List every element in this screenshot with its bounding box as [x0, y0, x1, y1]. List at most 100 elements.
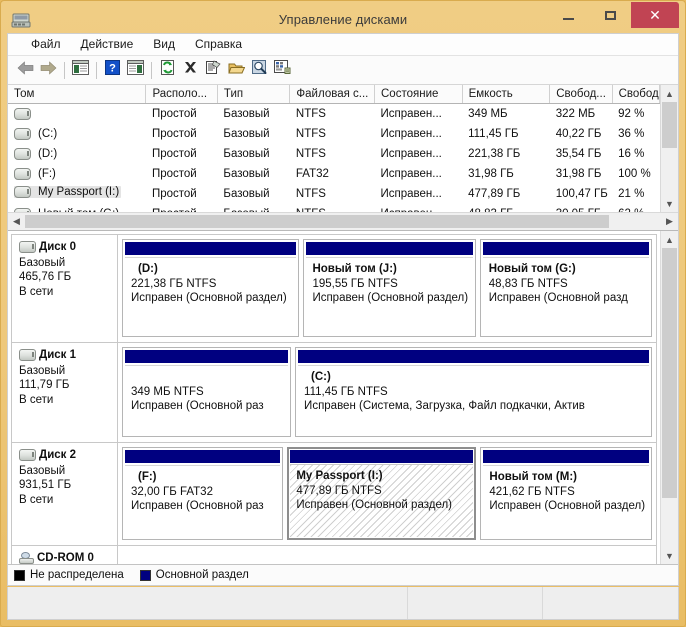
properties-button[interactable] — [202, 59, 225, 81]
disk-partitions: (F:) 32,00 ГБ FAT32 Исправен (Основной р… — [118, 443, 656, 545]
scroll-up-icon[interactable]: ▲ — [661, 231, 678, 248]
disk-header[interactable]: Диск 2 Базовый 931,51 ГБ В сети — [12, 443, 118, 545]
col-layout[interactable]: Располо... — [146, 85, 217, 104]
disk-scroll-thumb[interactable] — [662, 248, 677, 498]
disk-row[interactable]: CD-ROM 0 DVD (E:) — [11, 545, 657, 564]
menu-help[interactable]: Справка — [186, 36, 251, 53]
disk-size: 111,79 ГБ — [19, 378, 113, 393]
action-pane-button[interactable] — [124, 59, 147, 81]
maximize-button[interactable] — [589, 2, 631, 28]
help-button[interactable]: ? — [101, 59, 124, 81]
col-type[interactable]: Тип — [217, 85, 290, 104]
cell-free: 30,05 ГБ — [550, 204, 612, 213]
caption-button-group: ✕ — [547, 2, 679, 28]
cell-status: Исправен... — [375, 164, 463, 184]
col-status[interactable]: Состояние — [375, 85, 463, 104]
hard-disk-icon — [19, 241, 36, 253]
partition[interactable]: Новый том (M:) 421,62 ГБ NTFS Исправен (… — [480, 447, 652, 540]
disk-title: Диск 1 — [19, 348, 113, 363]
disk-row[interactable]: Диск 0 Базовый 465,76 ГБ В сети (D:) — [11, 234, 657, 342]
table-row[interactable]: My Passport (I:) Простой Базовый NTFS Ис… — [8, 184, 660, 204]
partition-color-bar — [483, 450, 649, 463]
client-area: Файл Действие Вид Справка — [7, 33, 679, 586]
scroll-right-icon[interactable]: ▶ — [661, 213, 678, 230]
col-free-space[interactable]: Свобод... — [550, 85, 612, 104]
screenshot-root: Управление дисками ✕ Файл Действие Вид — [0, 0, 686, 627]
cell-type: Базовый — [217, 184, 290, 204]
partition-size-fs: 32,00 ГБ FAT32 — [131, 485, 275, 500]
back-button[interactable] — [14, 59, 37, 81]
col-filesystem[interactable]: Файловая с... — [290, 85, 375, 104]
partition[interactable]: (C:) 111,45 ГБ NTFS Исправен (Система, З… — [295, 347, 652, 437]
partition[interactable]: (D:) 221,38 ГБ NTFS Исправен (Основной р… — [122, 239, 299, 337]
partition-title: (F:) — [131, 470, 275, 485]
delete-button[interactable] — [179, 59, 202, 81]
disk-scroll-track[interactable] — [661, 248, 678, 547]
table-row[interactable]: Новый том (G:) Простой Базовый NTFS Испр… — [8, 204, 660, 213]
cell-volume — [8, 104, 146, 124]
volume-hscroll-track[interactable] — [25, 213, 661, 230]
partition[interactable]: Новый том (G:) 48,83 ГБ NTFS Исправен (О… — [480, 239, 652, 337]
close-button[interactable]: ✕ — [631, 2, 679, 28]
partition[interactable]: (F:) 32,00 ГБ FAT32 Исправен (Основной р… — [122, 447, 283, 540]
volume-list-vertical-scrollbar[interactable]: ▲ ▼ — [660, 85, 678, 212]
partition[interactable]: Новый том (J:) 195,55 ГБ NTFS Исправен (… — [303, 239, 475, 337]
partition-status: Исправен (Основной раздел) — [296, 498, 468, 513]
disk-management-icon — [11, 11, 31, 29]
menu-view[interactable]: Вид — [144, 36, 184, 53]
cell-volume: Новый том (G:) — [8, 204, 146, 213]
disk-graphic-viewport: Диск 0 Базовый 465,76 ГБ В сети (D:) — [8, 231, 660, 564]
table-row[interactable]: (D:) Простой Базовый NTFS Исправен... 22… — [8, 144, 660, 164]
partition-info: (F:) 32,00 ГБ FAT32 Исправен (Основной р… — [125, 465, 280, 537]
table-row[interactable]: (F:) Простой Базовый FAT32 Исправен... 3… — [8, 164, 660, 184]
show-hide-action-pane-icon — [127, 60, 144, 80]
disk-graphic-vertical-scrollbar[interactable]: ▲ ▼ — [660, 231, 678, 564]
disk-header[interactable]: Диск 0 Базовый 465,76 ГБ В сети — [12, 235, 118, 342]
table-row[interactable]: (C:) Простой Базовый NTFS Исправен... 11… — [8, 124, 660, 144]
partition-status: Исправен (Основной раз — [131, 399, 283, 414]
partition-color-bar — [125, 242, 296, 255]
maximize-icon — [605, 11, 616, 20]
volume-hscroll-thumb[interactable] — [25, 215, 609, 228]
partition[interactable]: My Passport (I:) 477,89 ГБ NTFS Исправен… — [287, 447, 476, 540]
rescan-disks-button[interactable] — [248, 59, 271, 81]
show-hide-console-tree-icon — [72, 60, 89, 80]
legend-primary-swatch — [140, 570, 151, 581]
volume-scroll-track[interactable] — [661, 102, 678, 195]
cell-free-pct: 62 % — [612, 204, 659, 213]
scroll-down-icon[interactable]: ▼ — [661, 547, 678, 564]
menu-action[interactable]: Действие — [72, 36, 143, 53]
forward-button[interactable] — [37, 59, 60, 81]
menu-file[interactable]: Файл — [22, 36, 70, 53]
scroll-left-icon[interactable]: ◀ — [8, 213, 25, 230]
col-capacity[interactable]: Емкость — [462, 85, 550, 104]
toolbar: ? — [8, 56, 678, 85]
volume-list-horizontal-scrollbar[interactable]: ◀ ▶ — [8, 212, 678, 230]
scroll-up-icon[interactable]: ▲ — [661, 85, 678, 102]
partition-color-bar — [125, 450, 280, 463]
disk-header[interactable]: CD-ROM 0 DVD (E:) — [12, 546, 118, 564]
cell-free-pct: 21 % — [612, 184, 659, 204]
cell-capacity: 349 МБ — [462, 104, 550, 124]
table-row[interactable]: Простой Базовый NTFS Исправен... 349 МБ … — [8, 104, 660, 124]
disk-status: В сети — [19, 493, 113, 508]
console-tree-button[interactable] — [69, 59, 92, 81]
cell-filesystem: NTFS — [290, 204, 375, 213]
cell-free: 40,22 ГБ — [550, 124, 612, 144]
disk-row[interactable]: Диск 1 Базовый 111,79 ГБ В сети — [11, 342, 657, 442]
cell-type: Базовый — [217, 164, 290, 184]
open-button[interactable] — [225, 59, 248, 81]
open-icon — [228, 61, 245, 80]
scroll-down-icon[interactable]: ▼ — [661, 195, 678, 212]
refresh-button[interactable] — [156, 59, 179, 81]
col-volume[interactable]: Том — [8, 85, 146, 104]
volume-scroll-thumb[interactable] — [662, 102, 677, 148]
disk-header[interactable]: Диск 1 Базовый 111,79 ГБ В сети — [12, 343, 118, 442]
legend-unallocated: Не распределена — [14, 569, 124, 581]
disk-defragment-button[interactable] — [271, 59, 294, 81]
minimize-button[interactable] — [547, 2, 589, 28]
partition[interactable]: 349 МБ NTFS Исправен (Основной раз — [122, 347, 291, 437]
col-free-percent[interactable]: Свободн — [612, 85, 659, 104]
disk-name: Диск 1 — [39, 348, 76, 363]
disk-row[interactable]: Диск 2 Базовый 931,51 ГБ В сети (F:) — [11, 442, 657, 545]
